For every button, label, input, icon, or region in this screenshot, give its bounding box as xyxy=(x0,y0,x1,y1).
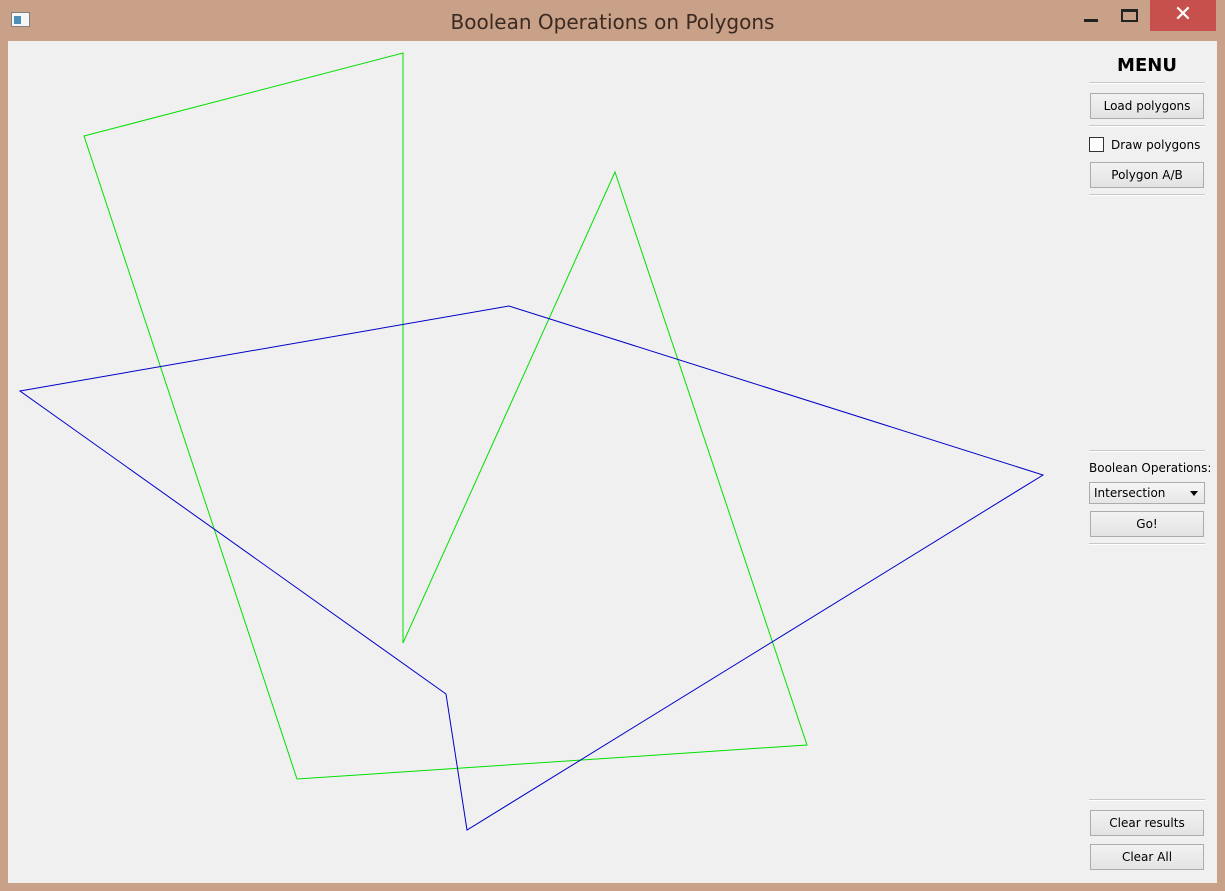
divider xyxy=(1089,799,1205,801)
close-icon: ✕ xyxy=(1173,2,1193,27)
divider xyxy=(1089,450,1205,452)
drawing-canvas[interactable] xyxy=(8,41,1083,883)
polygon-b xyxy=(18,305,1045,831)
go-button[interactable]: Go! xyxy=(1090,511,1204,537)
menu-panel: MENU Load polygons Draw polygons Polygon… xyxy=(1088,41,1212,883)
divider xyxy=(1089,125,1205,127)
clear-results-button[interactable]: Clear results xyxy=(1090,810,1204,836)
divider xyxy=(1089,543,1205,545)
draw-polygons-checkbox[interactable]: Draw polygons xyxy=(1089,136,1207,154)
operation-select[interactable]: Intersection xyxy=(1089,482,1205,504)
polygon-a xyxy=(83,52,808,780)
client-area: MENU Load polygons Draw polygons Polygon… xyxy=(8,41,1217,883)
app-window: Boolean Operations on Polygons ✕ MENU Lo… xyxy=(0,0,1225,891)
divider xyxy=(1089,194,1205,196)
maximize-button[interactable] xyxy=(1111,0,1147,30)
divider xyxy=(1089,82,1205,84)
clear-all-button[interactable]: Clear All xyxy=(1090,844,1204,870)
minimize-icon xyxy=(1084,19,1098,22)
window-title: Boolean Operations on Polygons xyxy=(450,10,775,34)
menu-title: MENU xyxy=(1117,55,1177,76)
draw-polygons-label: Draw polygons xyxy=(1111,138,1201,152)
polygon-ab-button[interactable]: Polygon A/B xyxy=(1090,162,1204,188)
minimize-button[interactable] xyxy=(1073,0,1109,30)
boolean-operations-label: Boolean Operations: xyxy=(1089,461,1212,475)
maximize-icon xyxy=(1121,9,1138,22)
load-polygons-button[interactable]: Load polygons xyxy=(1090,93,1204,119)
dropdown-arrow-icon xyxy=(1190,491,1198,496)
checkbox-box[interactable] xyxy=(1089,137,1104,152)
title-bar[interactable]: Boolean Operations on Polygons ✕ xyxy=(0,0,1225,42)
close-button[interactable]: ✕ xyxy=(1150,0,1216,31)
operation-selected-value: Intersection xyxy=(1094,486,1166,500)
